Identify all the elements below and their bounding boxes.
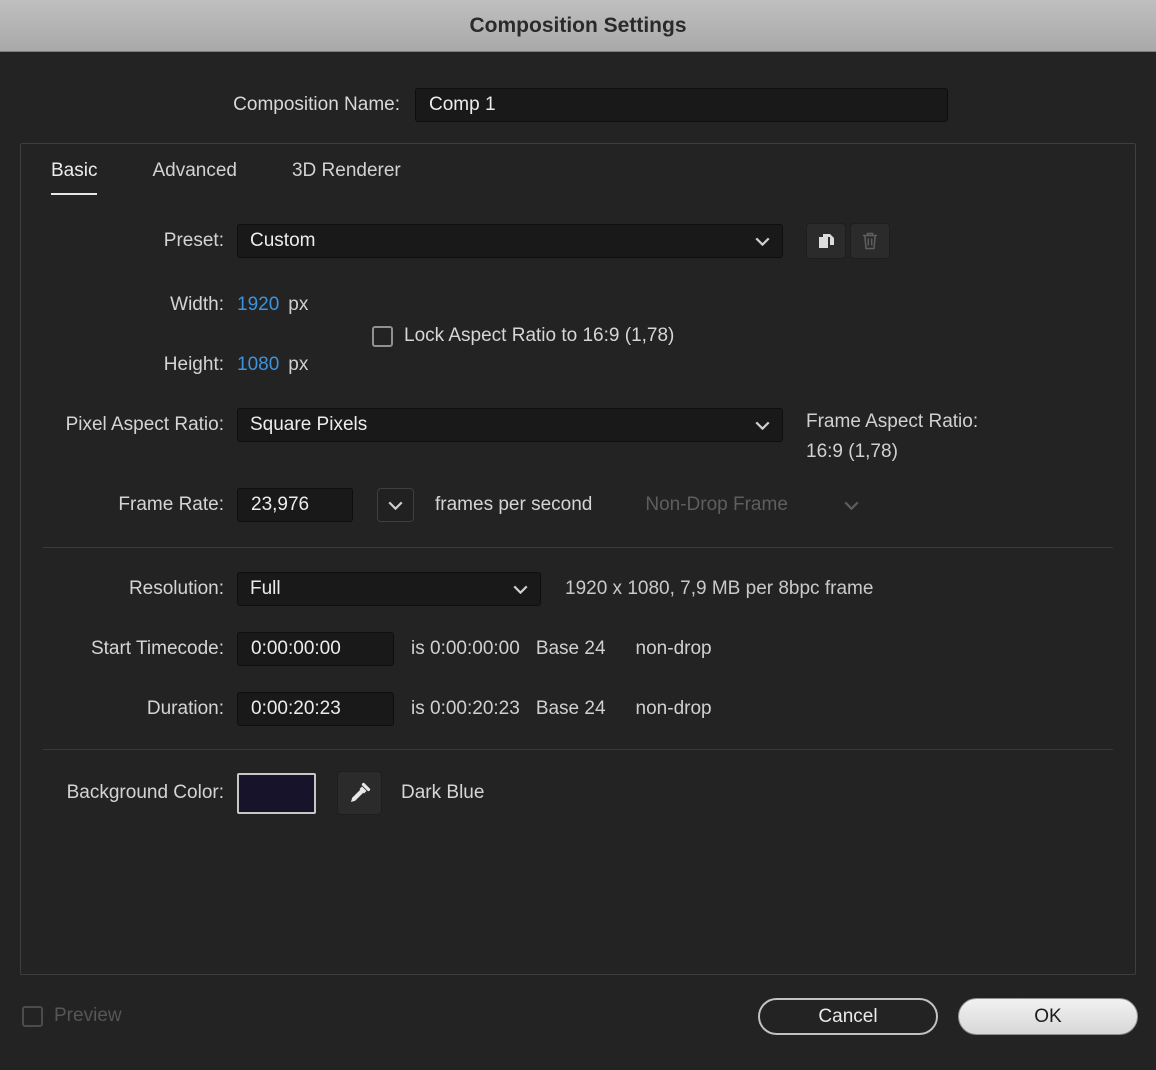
tab-3d-renderer[interactable]: 3D Renderer bbox=[292, 160, 401, 195]
duration-label: Duration: bbox=[21, 698, 237, 720]
trash-icon bbox=[861, 231, 879, 251]
height-row: Height: 1080 px bbox=[21, 347, 1135, 383]
composition-name-input[interactable] bbox=[415, 88, 948, 122]
background-color-name: Dark Blue bbox=[401, 782, 484, 804]
preset-value: Custom bbox=[250, 230, 315, 252]
frame-rate-preset-button[interactable] bbox=[377, 488, 414, 522]
tab-advanced[interactable]: Advanced bbox=[152, 160, 237, 195]
frame-rate-input[interactable] bbox=[237, 488, 353, 522]
drop-frame-dropdown: Non-Drop Frame bbox=[639, 488, 865, 522]
duration-info: is 0:00:20:23 bbox=[411, 698, 520, 720]
delete-preset-button[interactable] bbox=[850, 223, 890, 259]
height-value[interactable]: 1080 bbox=[237, 354, 279, 376]
background-color-swatch[interactable] bbox=[237, 773, 316, 814]
drop-frame-value: Non-Drop Frame bbox=[645, 494, 788, 516]
preset-dropdown[interactable]: Custom bbox=[237, 224, 783, 258]
width-value[interactable]: 1920 bbox=[237, 294, 279, 316]
pixel-aspect-ratio-label: Pixel Aspect Ratio: bbox=[21, 414, 237, 436]
composition-settings-dialog: Composition Settings Composition Name: B… bbox=[0, 0, 1156, 1070]
preview-checkbox[interactable] bbox=[22, 1006, 43, 1027]
width-unit: px bbox=[288, 294, 308, 316]
height-label: Height: bbox=[21, 354, 237, 376]
lock-aspect-row: Lock Aspect Ratio to 16:9 (1,78) bbox=[372, 325, 674, 347]
width-label: Width: bbox=[21, 294, 237, 316]
frame-aspect-ratio-block: Frame Aspect Ratio: 16:9 (1,78) bbox=[806, 407, 978, 467]
width-row: Width: 1920 px bbox=[21, 287, 1135, 323]
chevron-down-icon bbox=[755, 421, 770, 430]
start-timecode-input[interactable] bbox=[237, 632, 394, 666]
start-timecode-drop: non-drop bbox=[636, 638, 712, 660]
ok-button[interactable]: OK bbox=[958, 998, 1138, 1035]
section-divider bbox=[43, 547, 1113, 548]
frame-rate-label: Frame Rate: bbox=[21, 494, 237, 516]
tab-basic[interactable]: Basic bbox=[51, 160, 97, 195]
chevron-down-icon bbox=[844, 501, 859, 510]
resolution-info: 1920 x 1080, 7,9 MB per 8bpc frame bbox=[565, 578, 873, 600]
eyedropper-icon bbox=[348, 782, 371, 805]
duration-row: Duration: is 0:00:20:23 Base 24 non-drop bbox=[21, 691, 1135, 727]
resolution-dropdown[interactable]: Full bbox=[237, 572, 541, 606]
frame-aspect-ratio-label: Frame Aspect Ratio: bbox=[806, 407, 978, 437]
duration-input[interactable] bbox=[237, 692, 394, 726]
save-preset-button[interactable] bbox=[806, 223, 846, 259]
dialog-titlebar[interactable]: Composition Settings bbox=[0, 0, 1156, 52]
lock-aspect-checkbox[interactable] bbox=[372, 326, 393, 347]
resolution-value: Full bbox=[250, 578, 281, 600]
duration-drop: non-drop bbox=[636, 698, 712, 720]
tab-bar: Basic Advanced 3D Renderer bbox=[51, 160, 401, 195]
lock-aspect-label: Lock Aspect Ratio to 16:9 (1,78) bbox=[404, 325, 674, 347]
chevron-down-icon bbox=[513, 585, 528, 594]
background-color-row: Background Color: Dark Blue bbox=[21, 771, 1135, 815]
height-unit: px bbox=[288, 354, 308, 376]
start-timecode-base: Base 24 bbox=[536, 638, 606, 660]
save-preset-icon bbox=[817, 232, 836, 250]
cancel-button[interactable]: Cancel bbox=[758, 998, 938, 1035]
preset-label: Preset: bbox=[21, 230, 237, 252]
chevron-down-icon bbox=[755, 237, 770, 246]
start-timecode-label: Start Timecode: bbox=[21, 638, 237, 660]
preview-row: Preview bbox=[22, 1005, 122, 1027]
duration-base: Base 24 bbox=[536, 698, 606, 720]
section-divider bbox=[43, 749, 1113, 750]
preset-row: Preset: Custom bbox=[21, 223, 1135, 259]
preview-label: Preview bbox=[54, 1005, 122, 1027]
eyedropper-button[interactable] bbox=[337, 771, 382, 815]
start-timecode-row: Start Timecode: is 0:00:00:00 Base 24 no… bbox=[21, 631, 1135, 667]
composition-name-label: Composition Name: bbox=[0, 94, 400, 116]
resolution-row: Resolution: Full 1920 x 1080, 7,9 MB per… bbox=[21, 571, 1135, 607]
composition-name-row: Composition Name: bbox=[0, 87, 1156, 123]
background-color-label: Background Color: bbox=[21, 782, 237, 804]
pixel-aspect-ratio-dropdown[interactable]: Square Pixels bbox=[237, 408, 783, 442]
chevron-down-icon bbox=[388, 501, 403, 510]
dialog-title: Composition Settings bbox=[470, 14, 687, 38]
settings-panel: Basic Advanced 3D Renderer Preset: Custo… bbox=[20, 143, 1136, 975]
frame-rate-row: Frame Rate: frames per second Non-Drop F… bbox=[21, 487, 1135, 523]
resolution-label: Resolution: bbox=[21, 578, 237, 600]
frame-aspect-ratio-value: 16:9 (1,78) bbox=[806, 437, 978, 467]
pixel-aspect-ratio-value: Square Pixels bbox=[250, 414, 367, 436]
start-timecode-info: is 0:00:00:00 bbox=[411, 638, 520, 660]
frame-rate-suffix: frames per second bbox=[435, 494, 592, 516]
